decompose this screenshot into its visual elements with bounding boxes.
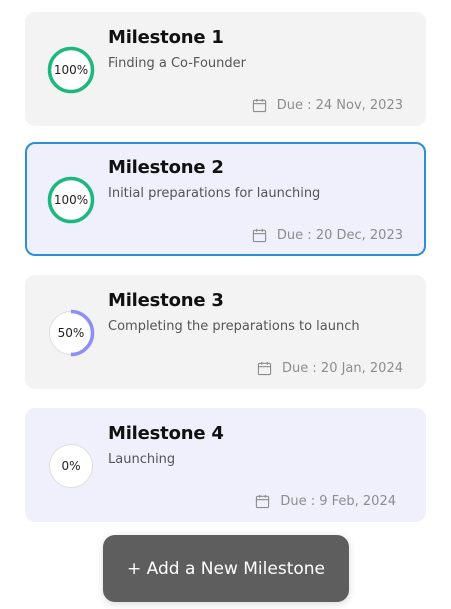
due-date: Due : 20 Jan, 2024 bbox=[257, 361, 403, 376]
progress-ring: 50% bbox=[47, 309, 95, 357]
calendar-icon bbox=[257, 361, 272, 376]
milestone-description: Initial preparations for launching bbox=[108, 186, 321, 201]
milestone-title: Milestone 1 bbox=[108, 27, 224, 48]
milestone-card-1[interactable]: 100% Milestone 1 Finding a Co-Founder Du… bbox=[25, 12, 426, 126]
milestone-card-4[interactable]: 0% Milestone 4 Launching Due : 9 Feb, 20… bbox=[25, 408, 426, 522]
milestone-card-2[interactable]: 100% Milestone 2 Initial preparations fo… bbox=[25, 142, 426, 256]
add-milestone-button[interactable]: + Add a New Milestone bbox=[103, 535, 349, 602]
due-date-text: Due : 9 Feb, 2024 bbox=[280, 494, 396, 509]
progress-ring: 100% bbox=[47, 176, 95, 224]
milestone-title: Milestone 4 bbox=[108, 423, 224, 444]
milestone-title: Milestone 2 bbox=[108, 157, 224, 178]
progress-ring: 100% bbox=[47, 46, 95, 94]
due-date: Due : 9 Feb, 2024 bbox=[255, 494, 396, 509]
calendar-icon bbox=[252, 98, 266, 113]
progress-label: 100% bbox=[53, 63, 89, 77]
due-date: Due : 20 Dec, 2023 bbox=[252, 228, 403, 243]
milestone-description: Finding a Co-Founder bbox=[108, 56, 246, 71]
progress-label: 50% bbox=[57, 326, 85, 340]
due-date: Due : 24 Nov, 2023 bbox=[252, 98, 403, 113]
milestone-title: Milestone 3 bbox=[108, 290, 224, 311]
progress-label: 0% bbox=[61, 459, 81, 473]
calendar-icon bbox=[256, 494, 270, 509]
due-date-text: Due : 20 Dec, 2023 bbox=[276, 228, 403, 243]
due-date-text: Due : 20 Jan, 2024 bbox=[282, 361, 403, 376]
progress-label: 100% bbox=[53, 193, 89, 207]
progress-ring: 0% bbox=[47, 442, 95, 490]
milestone-description: Launching bbox=[108, 452, 176, 467]
due-date-text: Due : 24 Nov, 2023 bbox=[276, 98, 403, 113]
calendar-icon bbox=[252, 228, 267, 243]
milestone-description: Completing the preparations to launch bbox=[108, 319, 360, 334]
milestones-page: 100% Milestone 1 Finding a Co-Founder Du… bbox=[0, 0, 451, 609]
milestone-card-3[interactable]: 50% Milestone 3 Completing the preparati… bbox=[25, 275, 426, 389]
